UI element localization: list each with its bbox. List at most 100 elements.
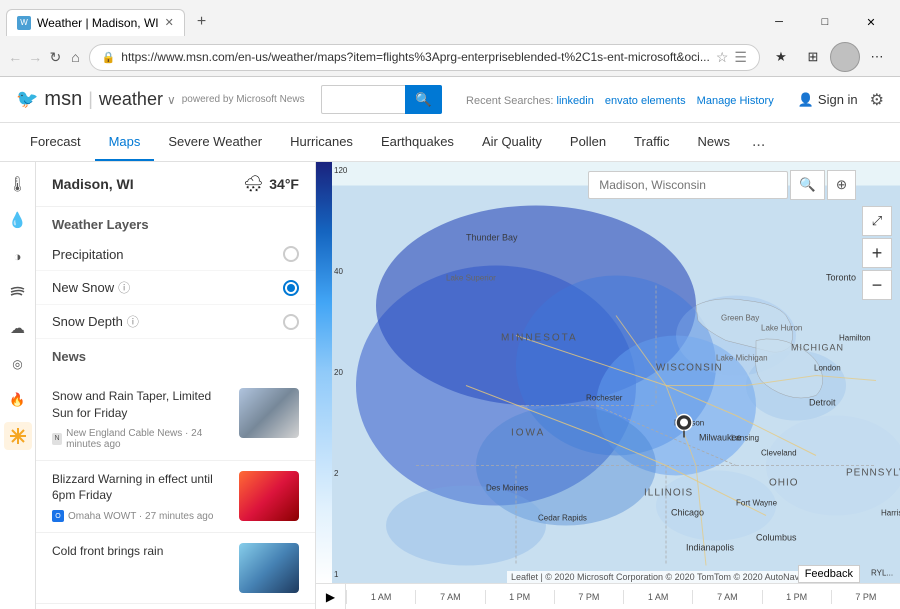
svg-text:Thunder Bay: Thunder Bay: [466, 233, 518, 243]
snow-depth-radio[interactable]: [283, 314, 299, 330]
url-text: https://www.msn.com/en-us/weather/maps?i…: [121, 50, 710, 64]
search-container: 🔍: [321, 85, 442, 114]
forward-button[interactable]: →: [28, 43, 42, 71]
fire-layer-icon[interactable]: 🔥: [4, 386, 32, 414]
map-search-button[interactable]: 🔍: [790, 170, 825, 200]
tab-forecast[interactable]: Forecast: [16, 124, 95, 161]
news-thumb-3: [239, 543, 299, 593]
home-button[interactable]: ⌂: [68, 43, 82, 71]
more-options-icon[interactable]: ⋯: [862, 42, 892, 72]
news-source-1: N New England Cable News · 24 minutes ag…: [52, 428, 229, 450]
tab-traffic[interactable]: Traffic: [620, 124, 683, 161]
user-icon[interactable]: [830, 42, 860, 72]
map-svg: Thunder Bay Lake Superior MINNESOTA WISC…: [316, 162, 900, 609]
tab-air-quality[interactable]: Air Quality: [468, 124, 556, 161]
lock-icon: 🔒: [102, 51, 116, 64]
svg-text:Harrisburg: Harrisburg: [881, 509, 900, 518]
snow-layer-icon[interactable]: [4, 422, 32, 450]
recent-search-envato[interactable]: envato elements: [605, 95, 686, 107]
close-button[interactable]: ✕: [848, 6, 894, 38]
tab-close-button[interactable]: ✕: [165, 16, 174, 29]
favorites-icon[interactable]: ★: [766, 42, 796, 72]
manage-history-link[interactable]: Manage History: [697, 95, 774, 107]
feedback-button[interactable]: Feedback: [798, 565, 860, 583]
layers-section-title: Weather Layers: [36, 207, 315, 238]
cloud-layer-icon[interactable]: ☁: [4, 314, 32, 342]
precipitation-radio[interactable]: [283, 246, 299, 262]
scale-label-20: 20: [316, 368, 348, 377]
msn-logo[interactable]: 🐦 msn | weather ∨ powered by Microsoft N…: [16, 88, 305, 111]
minimize-button[interactable]: ─: [756, 6, 802, 38]
news-text-3: Cold front brings rain: [52, 543, 229, 593]
tab-hurricanes[interactable]: Hurricanes: [276, 124, 367, 161]
tab-news[interactable]: News: [683, 124, 744, 161]
new-snow-layer[interactable]: New Snow ⓘ: [36, 271, 315, 305]
location-header: Madison, WI 🌨 34°F: [36, 162, 315, 207]
svg-text:RYL...: RYL...: [871, 569, 893, 578]
tab-maps[interactable]: Maps: [95, 124, 155, 161]
browser-tab[interactable]: W Weather | Madison, WI ✕: [6, 9, 185, 36]
svg-text:Lake Superior: Lake Superior: [446, 274, 496, 283]
zoom-out-button[interactable]: −: [862, 270, 892, 300]
news-section-title: News: [36, 339, 315, 370]
scale-label-1: 1: [316, 570, 348, 579]
svg-text:Des Moines: Des Moines: [486, 484, 528, 493]
svg-text:Cedar Rapids: Cedar Rapids: [538, 514, 587, 523]
svg-text:Toronto: Toronto: [826, 273, 856, 283]
map-location-button[interactable]: ⊕: [827, 170, 856, 200]
scale-labels: 120 40 20 2 1: [316, 162, 348, 583]
news-title-1: Snow and Rain Taper, Limited Sun for Fri…: [52, 388, 229, 422]
news-item-2[interactable]: Blizzard Warning in effect until 6pm Fri…: [36, 461, 315, 534]
new-snow-info-icon[interactable]: ⓘ: [118, 279, 130, 296]
reading-view-icon[interactable]: ☰: [734, 49, 747, 66]
recent-search-linkedin[interactable]: linkedin: [557, 95, 594, 107]
timeline-ticks: 1 AM 7 AM 1 PM 7 PM 1 AM 7 AM 1 PM 7 PM: [346, 584, 900, 609]
maximize-button[interactable]: □: [802, 6, 848, 38]
new-snow-label: New Snow ⓘ: [52, 279, 273, 296]
moon-layer-icon[interactable]: ◑: [4, 242, 32, 270]
map-container[interactable]: Thunder Bay Lake Superior MINNESOTA WISC…: [316, 162, 900, 609]
weather-dropdown-arrow[interactable]: ∨: [167, 93, 176, 107]
new-snow-radio[interactable]: [283, 280, 299, 296]
svg-text:Fort Wayne: Fort Wayne: [736, 499, 778, 508]
expand-map-button[interactable]: ⤢: [862, 206, 892, 236]
thermometer-layer-icon[interactable]: 🌡: [4, 170, 32, 198]
new-tab-button[interactable]: +: [189, 9, 214, 35]
precipitation-layer-icon[interactable]: 💧: [4, 206, 32, 234]
star-icon[interactable]: ☆: [716, 49, 729, 66]
news-item-1[interactable]: Snow and Rain Taper, Limited Sun for Fri…: [36, 378, 315, 461]
recent-searches: Recent Searches: linkedin envato element…: [466, 95, 782, 107]
svg-text:Cleveland: Cleveland: [761, 449, 797, 458]
tab-severe-weather[interactable]: Severe Weather: [154, 124, 276, 161]
sign-in-button[interactable]: 👤 Sign in: [798, 92, 858, 108]
map-search-area: 🔍 ⊕: [588, 170, 856, 200]
svg-text:IOWA: IOWA: [511, 428, 545, 439]
snow-depth-info-icon[interactable]: ⓘ: [127, 313, 139, 330]
weather-label[interactable]: weather ∨: [99, 89, 176, 110]
search-button[interactable]: 🔍: [405, 85, 442, 114]
svg-text:Lake Huron: Lake Huron: [761, 324, 802, 333]
header-right: 👤 Sign in ⚙: [798, 90, 884, 110]
snow-depth-layer[interactable]: Snow Depth ⓘ: [36, 305, 315, 339]
map-search-input[interactable]: [588, 171, 788, 199]
refresh-button[interactable]: ↻: [48, 43, 62, 71]
wind-layer-icon[interactable]: [4, 278, 32, 306]
news-item-3[interactable]: Cold front brings rain: [36, 533, 315, 604]
more-tabs-button[interactable]: ...: [744, 123, 773, 161]
precipitation-layer[interactable]: Precipitation: [36, 238, 315, 271]
svg-text:PENNSYLVANIA: PENNSYLVANIA: [846, 468, 900, 479]
visibility-layer-icon[interactable]: ◎: [4, 350, 32, 378]
settings-button[interactable]: ⚙: [870, 90, 884, 110]
zoom-in-button[interactable]: +: [862, 238, 892, 268]
svg-text:Lake Michigan: Lake Michigan: [716, 354, 768, 363]
tab-earthquakes[interactable]: Earthquakes: [367, 124, 468, 161]
powered-by-text: powered by Microsoft News: [182, 94, 305, 105]
address-bar[interactable]: 🔒 https://www.msn.com/en-us/weather/maps…: [89, 44, 760, 71]
collections-icon[interactable]: ⊞: [798, 42, 828, 72]
avatar: [830, 42, 860, 72]
timeline-play-button[interactable]: ▶: [316, 584, 346, 609]
temperature-display: 34°F: [269, 176, 299, 192]
back-button[interactable]: ←: [8, 43, 22, 71]
nav-tabs: Forecast Maps Severe Weather Hurricanes …: [0, 123, 900, 162]
tab-pollen[interactable]: Pollen: [556, 124, 620, 161]
